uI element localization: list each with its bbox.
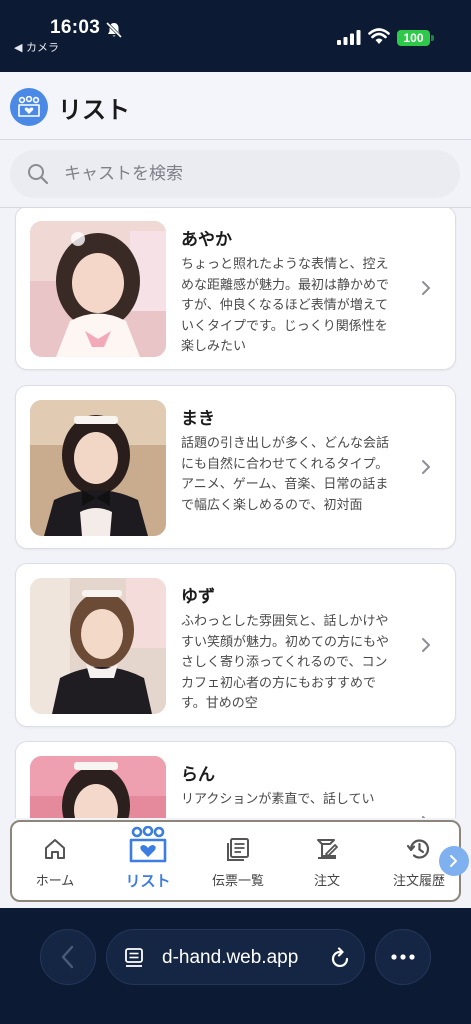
cast-heart-icon [10, 88, 48, 126]
search-icon [28, 164, 49, 185]
browser-toolbar: d-hand.web.app [0, 908, 471, 1024]
cast-photo [30, 756, 166, 818]
nav-item-order[interactable]: 注文 [290, 822, 364, 900]
cast-name: まき [181, 409, 215, 429]
nav-item-home[interactable]: ホーム [20, 822, 90, 900]
chevron-right-icon [422, 638, 430, 652]
cast-card-maki[interactable]: まき 話題の引き出しが多く、どんな会話にも自然に合わせてくれるタイプ。アニメ、ゲ… [15, 385, 456, 549]
chevron-right-icon [450, 855, 457, 867]
cast-photo [30, 400, 166, 536]
cast-name: らん [181, 765, 215, 785]
chevron-right-icon [422, 816, 426, 818]
battery-tip [431, 35, 434, 41]
nav-label: 注文履歴 [392, 874, 445, 889]
status-bar: 16:03 ◀ カメラ 100 [0, 0, 471, 72]
history-icon [406, 839, 430, 859]
status-time: 16:03 [50, 17, 101, 38]
bell-muted-icon [105, 21, 123, 39]
page-title: リスト [58, 96, 130, 124]
nav-label: 注文 [313, 874, 340, 889]
nav-item-list[interactable]: リスト [108, 822, 188, 900]
chevron-right-icon [422, 281, 430, 295]
nav-item-receipts[interactable]: 伝票一覧 [200, 822, 276, 900]
cast-description: ちょっと照れたような表情と、控えめな距離感が魅力。最初は静かめですが、仲良くなる… [181, 257, 390, 353]
battery-indicator: 100 [397, 30, 430, 46]
cast-card-yuzu[interactable]: ゆず ふわっとした雰囲気と、話しかけやすい笑顔が魅力。初めての方にもやさしく寄り… [15, 563, 456, 727]
back-to-app-link[interactable]: ◀ カメラ [14, 39, 59, 55]
url-text: d-hand.web.app [162, 947, 299, 968]
nav-scroll-right-button[interactable] [439, 846, 469, 876]
cast-photo [30, 221, 166, 357]
order-icon [317, 839, 338, 859]
more-dots-icon [391, 954, 415, 960]
page-info-icon [125, 948, 143, 967]
nav-label: リスト [125, 872, 171, 890]
cast-card-ayaka[interactable]: あやか ちょっと照れたような表情と、控えめな距離感が魅力。最初は静かめですが、仲… [15, 208, 456, 370]
chevron-right-icon [422, 460, 430, 474]
cast-description: リアクションが素直で、話してい [181, 792, 375, 807]
more-options-button[interactable] [375, 929, 431, 985]
search-input[interactable] [64, 150, 444, 198]
browser-back-button[interactable] [40, 929, 96, 985]
bottom-nav: ホーム リスト 伝票一覧 注文 注文履歴 [10, 820, 469, 902]
receipts-icon [227, 838, 249, 861]
cast-list[interactable]: あやか ちょっと照れたような表情と、控えめな距離感が魅力。最初は静かめですが、仲… [0, 208, 471, 818]
cast-heart-icon [129, 826, 167, 863]
cast-card-ran[interactable]: らん リアクションが素直で、話してい [15, 741, 456, 818]
nav-label: 伝票一覧 [211, 874, 264, 889]
chevron-left-icon [61, 945, 74, 969]
cellular-signal-icon [337, 30, 361, 45]
cast-photo [30, 578, 166, 714]
nav-label: ホーム [35, 874, 75, 889]
wifi-icon [368, 28, 390, 44]
cast-description: ふわっとした雰囲気と、話しかけやすい笑顔が魅力。初めての方にもやさしく寄り添って… [181, 614, 390, 710]
reload-icon[interactable] [331, 947, 351, 969]
home-icon [45, 839, 65, 859]
cast-name: あやか [181, 230, 232, 250]
address-bar[interactable]: d-hand.web.app [106, 929, 365, 985]
cast-description: 話題の引き出しが多く、どんな会話にも自然に合わせてくれるタイプ。アニメ、ゲーム、… [181, 436, 390, 513]
app-header: リスト [0, 72, 471, 140]
search-bar[interactable] [10, 150, 460, 198]
cast-name: ゆず [181, 587, 215, 607]
